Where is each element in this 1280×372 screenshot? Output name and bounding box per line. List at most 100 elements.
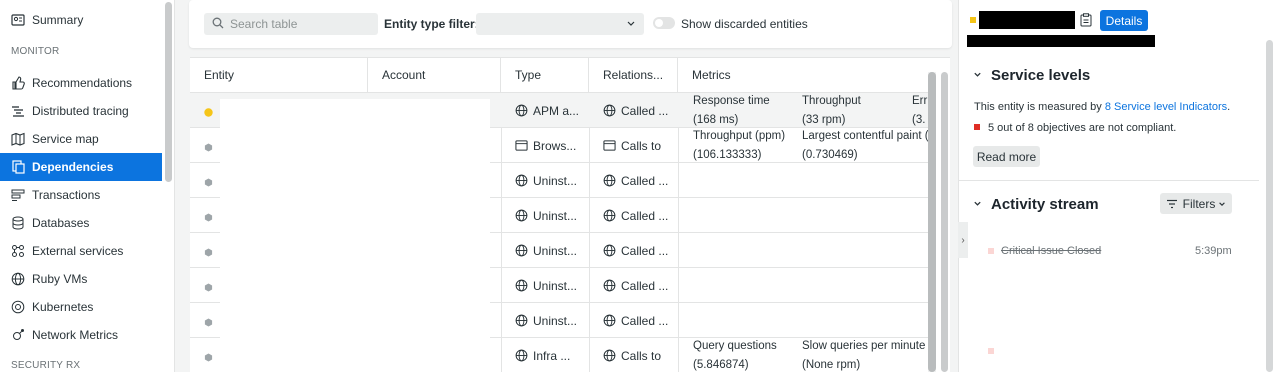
entity-status-icon [204,106,213,117]
sidebar-item-label: Summary [32,13,84,27]
metric-item: Throughput (33 rpm) [802,92,908,130]
globe-icon [515,349,528,362]
show-discarded-toggle[interactable] [653,17,675,29]
search-input[interactable] [230,17,370,31]
table-scrollbar[interactable] [928,72,936,372]
type-label: Uninst... [533,243,578,258]
sidebar-item-summary[interactable]: Summary [0,6,162,34]
sidebar-item-label: Kubernetes [32,300,94,314]
chevron-down-icon[interactable] [973,70,982,82]
entity-type-filter-label: Entity type filter: [384,17,479,31]
entity-type-filter-select[interactable] [476,13,644,35]
sidebar-item-label: Network Metrics [32,328,119,342]
relation-label: Called ... [621,313,669,328]
service-levels-title: Service levels [991,67,1091,84]
service-levels-text: This entity is measured by [974,101,1105,113]
globe-icon [603,244,616,257]
table-scrollbar-secondary[interactable] [941,72,948,372]
sidebar-item-label: Distributed tracing [32,104,129,118]
sidebar-item-ruby-vms[interactable]: Ruby VMs [0,265,162,293]
relation-cell: Called ... [603,233,675,268]
sidebar-item-databases[interactable]: Databases [0,209,162,237]
redacted-entity-area [220,99,490,372]
relation-cell: Called ... [603,303,675,338]
type-cell: Uninst... [515,303,585,338]
read-more-button[interactable]: Read more [973,146,1040,167]
sidebar-item-external-services[interactable]: External services [0,237,162,265]
browser-icon [515,139,528,152]
sidebar-scrollbar[interactable] [165,2,172,182]
panel-scrollbar[interactable] [1266,40,1273,372]
globe-icon [515,209,528,222]
sidebar-item-dependencies[interactable]: Dependencies [0,153,162,181]
sidebar-section-monitor: MONITOR [11,46,60,57]
column-header-account[interactable]: Account [368,58,501,93]
search-field[interactable] [204,13,378,35]
metric-name: Slow queries per minute [802,340,926,352]
filters-button[interactable]: Filters [1160,193,1232,214]
metric-item: Slow queries per minute (None rpm) [802,337,930,372]
activity-status-indicator [988,348,994,354]
sidebar-item-label: External services [32,244,124,258]
entity-detail-panel: Service levels This entity is measured b… [958,0,1280,372]
type-cell: Infra ... [515,338,585,372]
type-label: Uninst... [533,313,578,328]
column-header-entity[interactable]: Entity [190,58,368,93]
sidebar-item-transactions[interactable]: Transactions [0,181,162,209]
sidebar-item-label: Ruby VMs [32,272,88,286]
sidebar-item-network-metrics[interactable]: Network Metrics [0,321,162,349]
critical-status-indicator [974,124,980,130]
column-header-metrics[interactable]: Metrics [678,58,930,93]
tracing-icon [10,103,26,119]
column-header-relations[interactable]: Relations... [589,58,678,93]
metric-value: (5.846874) [693,359,749,371]
sidebar-item-recommendations[interactable]: Recommendations [0,69,162,97]
chevron-right-icon: › [961,234,965,246]
entity-status-icon [204,316,213,327]
details-button[interactable]: Details [1100,10,1148,31]
sidebar-item-service-map[interactable]: Service map [0,125,162,153]
metric-name: Largest contentful paint ( [802,130,929,142]
chevron-down-icon[interactable] [973,199,982,211]
metric-item: Throughput (ppm) (106.133333) [693,127,798,165]
sidebar-section-security: SECURITY RX [11,360,81,371]
sidebar-item-label: Recommendations [32,76,133,90]
service-levels-description: This entity is measured by 8 Service lev… [974,101,1230,113]
panel-collapse-handle[interactable]: › [958,222,968,258]
type-cell: Uninst... [515,268,585,303]
database-icon [10,215,26,231]
clipboard-icon[interactable] [1080,13,1092,30]
redacted-entity-subtitle [967,35,1155,47]
entity-status-icon [204,141,213,152]
summary-icon [10,12,26,28]
column-header-type[interactable]: Type [501,58,589,93]
transactions-icon [10,187,26,203]
activity-item-text[interactable]: Critical Issue Closed [1001,245,1101,257]
globe-icon [603,104,616,117]
metric-name: Response time [693,95,770,107]
type-cell: APM a... [515,93,585,128]
relation-label: Called ... [621,243,669,258]
relation-label: Called ... [621,278,669,293]
relation-label: Called ... [621,173,669,188]
thumbs-up-icon [10,75,26,91]
service-level-indicators-link[interactable]: 8 Service level Indicators [1105,101,1227,113]
sidebar-item-distributed-tracing[interactable]: Distributed tracing [0,97,162,125]
sidebar-item-label: Databases [32,216,90,230]
map-icon [10,131,26,147]
entity-status-icon [204,246,213,257]
type-cell: Uninst... [515,233,585,268]
type-cell: Brows... [515,128,585,163]
network-icon [10,327,26,343]
show-discarded-label: Show discarded entities [681,17,808,31]
activity-stream-title: Activity stream [991,196,1099,213]
sidebar-item-label: Dependencies [32,160,114,174]
filter-lines-icon [1166,199,1178,209]
globe-icon [515,174,528,187]
relation-cell: Calls to [603,128,675,163]
globe-icon [515,244,528,257]
sidebar-item-label: Service map [32,132,99,146]
sidebar-item-kubernetes[interactable]: Kubernetes [0,293,162,321]
chevron-down-icon [1218,200,1226,208]
entity-status-icon [204,176,213,187]
